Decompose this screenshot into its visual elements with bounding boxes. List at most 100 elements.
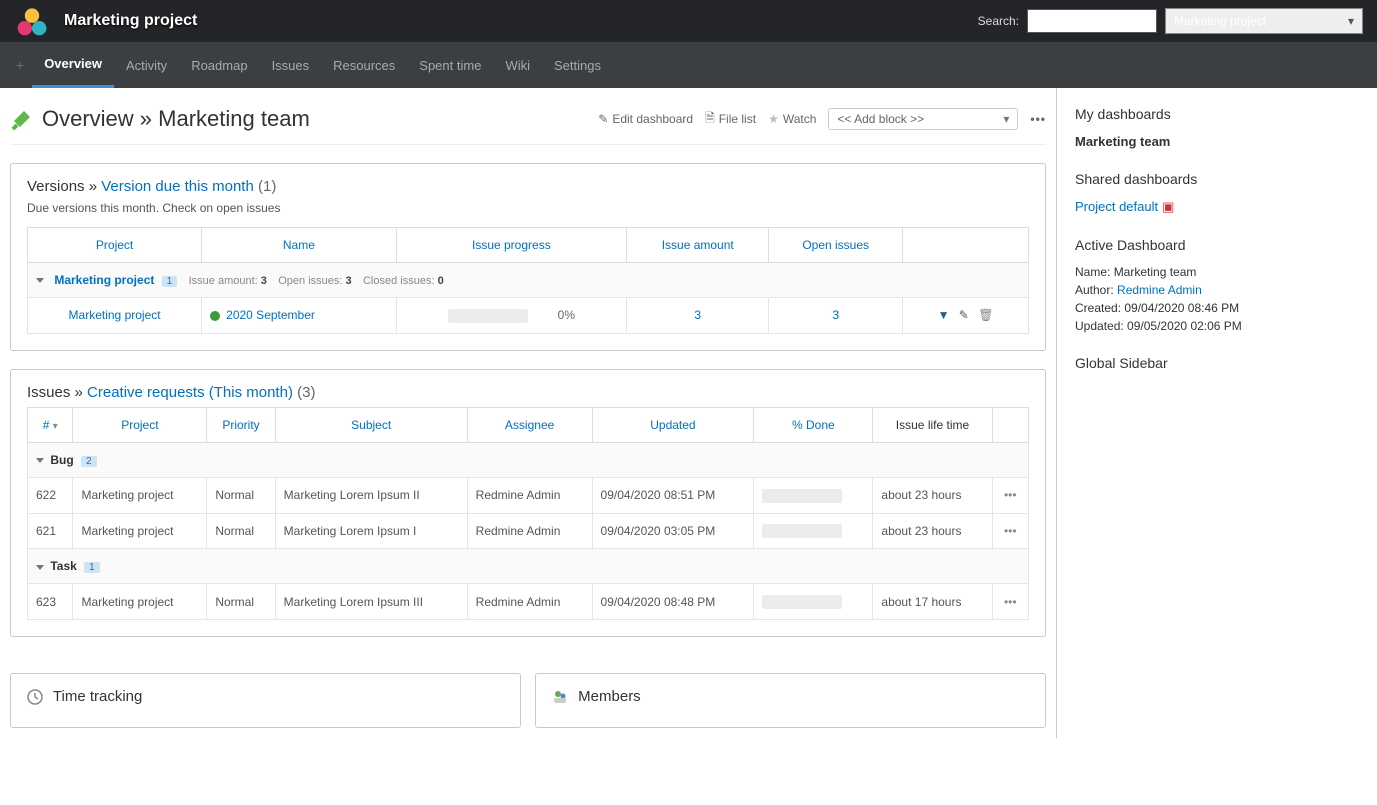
issue-assignee: Redmine Admin [467,584,592,620]
breadcrumb-overview[interactable]: Overview [42,106,134,131]
package-icon: ▣ [1162,199,1174,215]
issues-query-link[interactable]: Creative requests (This month) [87,384,293,401]
issue-lifetime: about 23 hours [873,513,992,549]
tab-overview[interactable]: Overview [32,42,114,88]
col-progress[interactable]: Issue progress [396,228,627,263]
page-header: Overview » Marketing team ✎Edit dashboar… [10,98,1046,145]
issue-row[interactable]: 622Marketing projectNormalMarketing Lore… [28,477,1029,513]
add-menu-icon[interactable]: + [8,57,32,73]
issues-table: # ▾ Project Priority Subject Assignee Up… [27,407,1029,620]
add-block-select[interactable]: << Add block >> [828,108,1018,130]
col-done[interactable]: % Done [754,407,873,442]
time-tracking-title: Time tracking [27,688,504,705]
pencil-icon: ✎ [598,112,608,126]
issues-title: Issues » Creative requests (This month) … [27,384,1029,401]
star-icon: ★ [768,112,779,126]
trash-icon[interactable]: 🗑 [978,308,993,322]
issue-updated: 09/04/2020 03:05 PM [592,513,754,549]
col-id[interactable]: # ▾ [28,407,73,442]
main-content: Overview » Marketing team ✎Edit dashboar… [0,88,1057,738]
row-more-icon[interactable]: ••• [992,477,1028,513]
dashboard-item-current[interactable]: Marketing team [1075,134,1359,149]
issue-group-row[interactable]: Task 1 [28,549,1029,584]
dash-name: Name: Marketing team [1075,265,1359,279]
versions-note: Due versions this month. Check on open i… [27,201,1029,215]
file-icon: 🗎 [705,109,715,130]
search-input[interactable] [1027,9,1157,33]
file-list-link[interactable]: 🗎File list [705,109,756,130]
dashboard-item-shared[interactable]: Project default▣ [1075,199,1359,215]
issue-id: 622 [28,477,73,513]
collapse-icon[interactable] [36,565,44,570]
col-updated[interactable]: Updated [592,407,754,442]
issue-subject: Marketing Lorem Ipsum II [275,477,467,513]
issue-priority: Normal [207,584,275,620]
issue-id: 623 [28,584,73,620]
collapse-icon[interactable] [36,458,44,463]
dash-updated: Updated: 09/05/2020 02:06 PM [1075,319,1359,333]
version-name-link[interactable]: 2020 September [226,308,315,322]
version-project-link[interactable]: Marketing project [69,308,161,322]
issue-project: Marketing project [73,584,207,620]
project-title: Marketing project [64,12,197,30]
col-subject[interactable]: Subject [275,407,467,442]
author-link[interactable]: Redmine Admin [1117,283,1202,297]
col-priority[interactable]: Priority [207,407,275,442]
edit-icon[interactable]: ✎ [959,308,969,322]
sort-desc-icon: ▾ [53,421,58,432]
tab-issues[interactable]: Issues [260,44,322,87]
right-sidebar: My dashboards Marketing team Shared dash… [1057,88,1377,738]
issue-row[interactable]: 623Marketing projectNormalMarketing Lore… [28,584,1029,620]
issue-lifetime: about 23 hours [873,477,992,513]
page-title: Overview » Marketing team [42,106,310,132]
col-open[interactable]: Open issues [769,228,903,263]
issue-project: Marketing project [73,513,207,549]
col-project[interactable]: Project [28,228,202,263]
col-project[interactable]: Project [73,407,207,442]
row-more-icon[interactable]: ••• [992,513,1028,549]
breadcrumb-dashboard: Marketing team [158,106,310,131]
versions-block: Versions » Version due this month (1) Du… [10,163,1046,351]
group-name: Marketing project [54,273,154,287]
tab-settings[interactable]: Settings [542,44,613,87]
shared-dashboards-header: Shared dashboards [1075,171,1359,187]
issue-done [754,477,873,513]
col-lifetime: Issue life time [873,407,992,442]
issue-subject: Marketing Lorem Ipsum III [275,584,467,620]
tab-spent-time[interactable]: Spent time [407,44,493,87]
issue-row[interactable]: 621Marketing projectNormalMarketing Lore… [28,513,1029,549]
dash-author: Author: Redmine Admin [1075,283,1359,297]
active-dashboard-header: Active Dashboard [1075,237,1359,253]
issue-done [754,513,873,549]
watch-link[interactable]: ★Watch [768,112,816,126]
col-name[interactable]: Name [202,228,396,263]
tab-roadmap[interactable]: Roadmap [179,44,259,87]
col-amount[interactable]: Issue amount [627,228,769,263]
members-title: Members [552,688,1029,705]
version-group-row[interactable]: Marketing project 1 Issue amount: 3 Open… [28,263,1029,298]
dashboard-icon [10,107,34,131]
col-assignee[interactable]: Assignee [467,407,592,442]
issue-assignee: Redmine Admin [467,513,592,549]
collapse-icon[interactable] [36,278,44,283]
col-actions [992,407,1028,442]
app-logo [14,3,50,39]
project-selector[interactable]: Marketing project [1165,8,1363,34]
open-issues-link[interactable]: 3 [832,308,839,322]
issue-amount-link[interactable]: 3 [694,308,701,322]
more-actions-icon[interactable]: ••• [1030,112,1046,126]
tab-activity[interactable]: Activity [114,44,179,87]
row-more-icon[interactable]: ••• [992,584,1028,620]
versions-query-link[interactable]: Version due this month [101,178,254,195]
tab-wiki[interactable]: Wiki [493,44,542,87]
issue-priority: Normal [207,477,275,513]
tab-resources[interactable]: Resources [321,44,407,87]
issues-block: Issues » Creative requests (This month) … [10,369,1046,637]
search-label: Search: [978,14,1019,28]
issue-updated: 09/04/2020 08:48 PM [592,584,754,620]
issue-assignee: Redmine Admin [467,477,592,513]
filter-icon[interactable]: ▼ [938,308,950,322]
group-name: Task [50,559,76,573]
issue-group-row[interactable]: Bug 2 [28,442,1029,477]
edit-dashboard-link[interactable]: ✎Edit dashboard [598,112,693,126]
